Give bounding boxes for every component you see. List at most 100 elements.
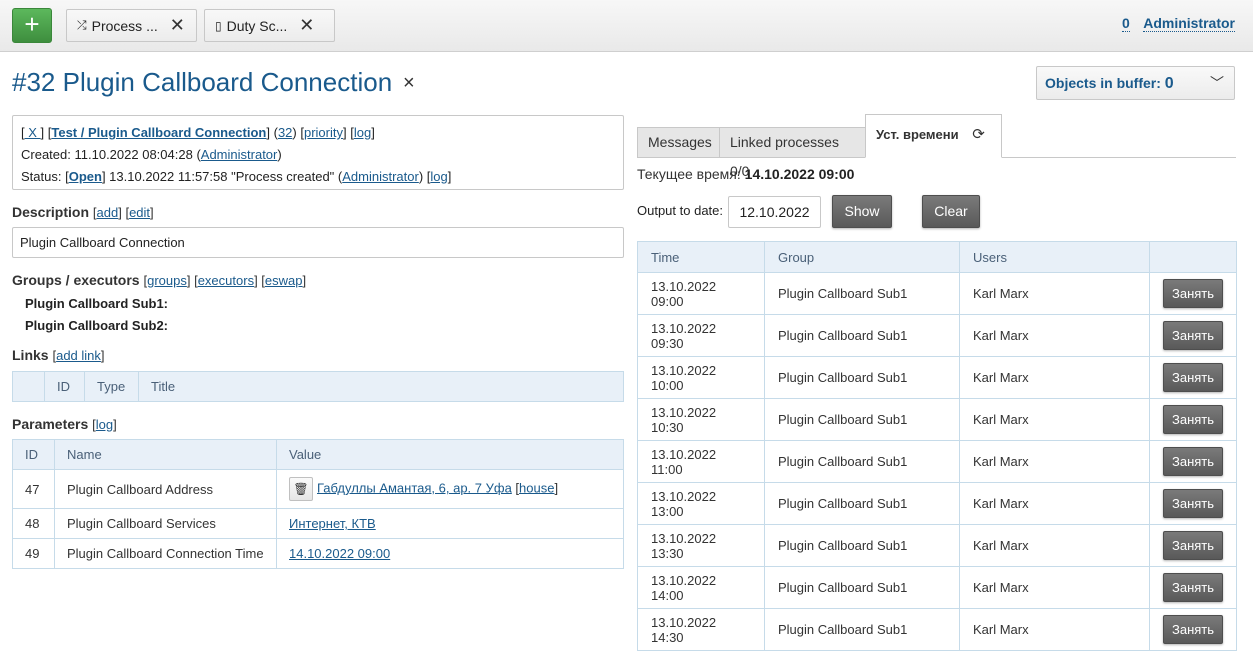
book-icon: ▯ [215,18,222,33]
take-slot-button[interactable]: Занять [1163,489,1223,518]
type-link[interactable]: Test / Plugin Callboard Connection [51,125,266,140]
top-bar: + ⤮ Process ... ✕ ▯ Duty Sc... ✕ 0 Admin… [0,0,1253,52]
info-line-created: Created: 11.10.2022 08:04:28 (Administra… [21,147,282,162]
take-slot-button[interactable]: Занять [1163,321,1223,350]
current-time-label: Текущее время: [637,166,741,182]
add-description-link[interactable]: add [97,205,119,220]
info-line-1: [ X ] [Test / Plugin Callboard Connectio… [21,125,375,140]
status-log-link[interactable]: log [430,169,447,184]
add-link-link[interactable]: add link [56,348,101,363]
table-row: 13.10.2022 10:00 Plugin Callboard Sub1 Kar… [637,356,1237,399]
services-link[interactable]: Интернет, КТВ [289,516,376,531]
column-header: Time [637,241,765,273]
tab-label: Duty Sc... [226,17,288,34]
description-heading: Description [add] [edit] [12,204,154,220]
column-header: Group [764,241,960,273]
status-comment: "Process created" [231,169,335,184]
parameters-heading: Parameters [log] [12,416,117,432]
take-slot-button[interactable]: Занять [1163,447,1223,476]
show-button[interactable]: Show [832,195,892,228]
links-title: Links [12,347,49,363]
slot-time: 13.10.2022 10:00 [637,356,765,399]
table-row: 13.10.2022 13:30 Plugin Callboard Sub1 Kar… [637,524,1237,567]
table-row: 13.10.2022 14:30 Plugin Callboard Sub1 Kar… [637,608,1237,651]
clear-button[interactable]: Clear [922,195,980,228]
address-link[interactable]: Габдуллы Амантая, 6, ар. 7 Уфа [317,480,512,495]
tab-messages[interactable]: Messages [637,127,720,158]
executors-link[interactable]: executors [198,273,254,288]
tab-linked-processes[interactable]: Linked processes 0/0 [719,127,866,179]
slot-action: Занять [1149,356,1237,399]
output-date-input[interactable] [728,196,821,228]
slot-action: Занять [1149,440,1237,483]
created-by-link[interactable]: Administrator [201,147,278,162]
slot-time: 13.10.2022 09:30 [637,314,765,357]
close-process-icon[interactable]: × [403,72,415,95]
tab-label: Уст. времени [876,127,959,142]
parameters-log-link[interactable]: log [96,417,113,432]
slot-time: 13.10.2022 10:30 [637,398,765,441]
close-link[interactable]: X [25,125,41,140]
slot-group: Plugin Callboard Sub1 [764,272,960,315]
status-by-link[interactable]: Administrator [342,169,419,184]
status-label: Status: [21,169,62,184]
take-slot-button[interactable]: Занять [1163,615,1223,644]
group-item: Plugin Callboard Sub2: [25,318,169,333]
refresh-icon[interactable]: ⟳ [972,126,985,143]
take-slot-button[interactable]: Занять [1163,405,1223,434]
table-row: 48 Plugin Callboard Services Интернет, К… [12,508,624,539]
links-heading: Links [add link] [12,347,105,363]
priority-link[interactable]: priority [304,125,343,140]
created-label: Created: [21,147,71,162]
slot-group: Plugin Callboard Sub1 [764,398,960,441]
column-header: ID [12,439,55,470]
table-row: 13.10.2022 09:00 Plugin Callboard Sub1 Kar… [637,272,1237,315]
id-link[interactable]: 32 [278,125,292,140]
user-area: 0 Administrator [1122,15,1235,32]
take-slot-button[interactable]: Занять [1163,573,1223,602]
buffer-label: Objects in buffer: [1045,75,1161,91]
open-tab-duty-schedule[interactable]: ▯ Duty Sc... ✕ [204,9,335,42]
groups-heading: Groups / executors [groups] [executors] … [12,272,307,288]
column-header: Value [276,439,624,470]
param-value: 🗑 Габдуллы Амантая, 6, ар. 7 Уфа [house] [276,469,624,509]
slot-action: Занять [1149,314,1237,357]
slot-user: Karl Marx [959,524,1150,567]
tab-set-time[interactable]: Уст. времени ⟳ [865,114,1002,158]
eswap-link[interactable]: eswap [265,273,303,288]
slot-user: Karl Marx [959,314,1150,357]
news-count[interactable]: 0 [1122,15,1130,32]
column-header: Type [84,371,139,402]
column-header [12,371,45,402]
slot-group: Plugin Callboard Sub1 [764,314,960,357]
table-row: 47 Plugin Callboard Address 🗑 Габдуллы Ам… [12,469,624,509]
open-tab-process[interactable]: ⤮ Process ... ✕ [66,9,197,42]
close-icon[interactable]: ✕ [299,15,314,36]
close-icon[interactable]: ✕ [170,15,185,36]
slot-user: Karl Marx [959,398,1150,441]
table-row: 13.10.2022 14:00 Plugin Callboard Sub1 Kar… [637,566,1237,609]
table-row: 49 Plugin Callboard Connection Time 14.1… [12,538,624,569]
edit-description-link[interactable]: edit [129,205,150,220]
add-button[interactable]: + [12,8,52,43]
description-text: Plugin Callboard Connection [12,227,624,258]
log-link[interactable]: log [354,125,371,140]
objects-buffer-dropdown[interactable]: Objects in buffer: 0 ﹀ [1036,66,1235,100]
house-link[interactable]: house [519,480,554,495]
slot-user: Karl Marx [959,272,1150,315]
take-slot-button[interactable]: Занять [1163,279,1223,308]
buffer-count: 0 [1164,75,1174,92]
param-id: 48 [12,508,55,539]
connection-time-link[interactable]: 14.10.2022 09:00 [289,546,390,561]
user-menu[interactable]: Administrator [1143,15,1235,32]
slot-action: Занять [1149,566,1237,609]
take-slot-button[interactable]: Занять [1163,363,1223,392]
param-id: 49 [12,538,55,569]
column-header: Users [959,241,1150,273]
delete-address-button[interactable]: 🗑 [289,477,313,501]
slot-group: Plugin Callboard Sub1 [764,524,960,567]
status-link[interactable]: Open [69,169,102,184]
groups-link[interactable]: groups [147,273,187,288]
take-slot-button[interactable]: Занять [1163,531,1223,560]
slot-time: 13.10.2022 14:30 [637,608,765,651]
